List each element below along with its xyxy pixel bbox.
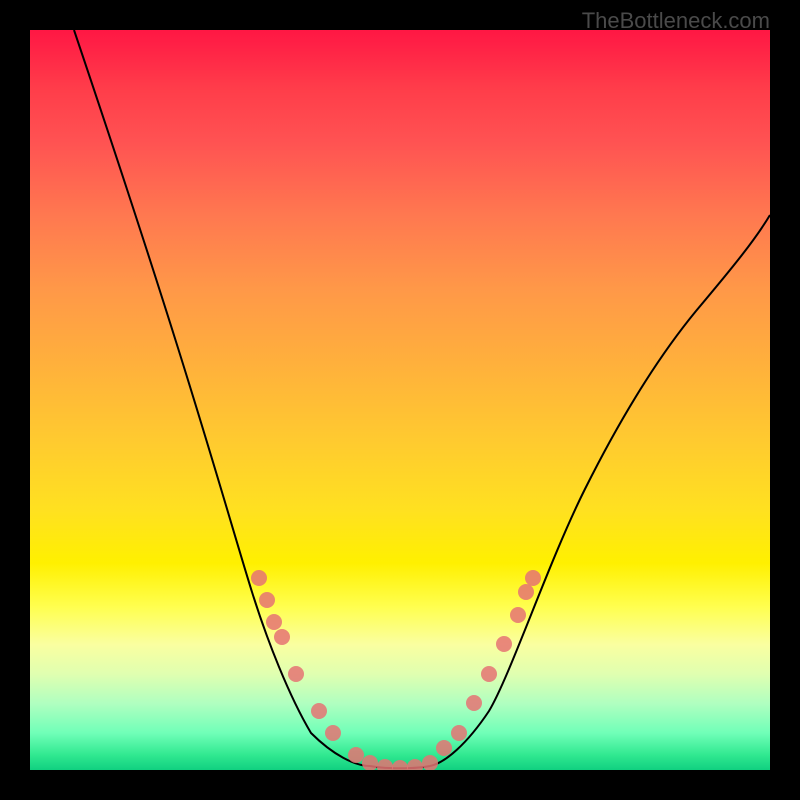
dot	[525, 570, 541, 586]
dot	[325, 725, 341, 741]
dot	[466, 695, 482, 711]
dot	[266, 614, 282, 630]
chart-svg	[30, 30, 770, 770]
dot	[422, 755, 438, 770]
scatter-dots-group	[251, 570, 541, 770]
dot	[274, 629, 290, 645]
dot	[510, 607, 526, 623]
dot	[451, 725, 467, 741]
left-curve-path	[74, 30, 370, 766]
dot	[496, 636, 512, 652]
chart-plot-area	[30, 30, 770, 770]
dot	[436, 740, 452, 756]
dot	[348, 747, 364, 763]
dot	[407, 759, 423, 770]
right-curve-path	[430, 215, 770, 766]
dot	[259, 592, 275, 608]
dot	[251, 570, 267, 586]
watermark-text: TheBottleneck.com	[582, 8, 770, 34]
dot	[288, 666, 304, 682]
dot	[518, 584, 534, 600]
dot	[377, 759, 393, 770]
dot	[392, 760, 408, 770]
dot	[362, 755, 378, 770]
dot	[311, 703, 327, 719]
dot	[481, 666, 497, 682]
